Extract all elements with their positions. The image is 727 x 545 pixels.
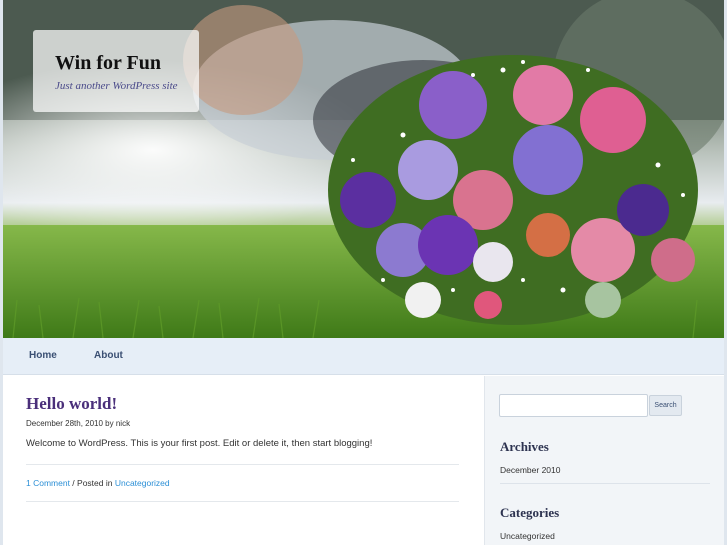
divider (26, 464, 459, 465)
category-link-uncategorized[interactable]: Uncategorized (500, 531, 555, 541)
sidebar: Search Archives December 2010 Categories… (484, 376, 724, 545)
divider (26, 501, 459, 502)
page: Win for Fun Just another WordPress site … (3, 0, 724, 545)
category-link[interactable]: Uncategorized (115, 478, 170, 488)
site-title-link[interactable]: Win for Fun (55, 52, 199, 74)
divider (500, 483, 710, 484)
archives-widget-title: Archives (500, 439, 549, 454)
post-title-link[interactable]: Hello world! (26, 394, 117, 414)
search-input[interactable] (499, 394, 648, 417)
site-branding: Win for Fun Just another WordPress site (33, 30, 199, 112)
flower-bouquet (328, 55, 698, 325)
post-date: December 28th, 2010 (26, 419, 103, 428)
nav-item-about[interactable]: About (94, 350, 123, 361)
site-tagline: Just another WordPress site (55, 80, 178, 92)
content-area: Hello world! December 28th, 2010 by nick… (3, 376, 483, 545)
archive-link-december-2010[interactable]: December 2010 (500, 465, 560, 475)
main-navigation: Home About (3, 338, 724, 375)
post-excerpt: Welcome to WordPress. This is your first… (26, 438, 373, 449)
comments-link[interactable]: 1 Comment (26, 478, 70, 488)
post-footer: 1 Comment / Posted in Uncategorized (26, 478, 170, 488)
post-author: nick (115, 419, 131, 428)
post-meta: December 28th, 2010 by nick (26, 419, 130, 428)
search-button[interactable]: Search (649, 395, 682, 416)
categories-widget-title: Categories (500, 505, 560, 520)
posted-in-text: / Posted in (69, 478, 115, 488)
nav-item-home[interactable]: Home (29, 350, 57, 361)
header-image: Win for Fun Just another WordPress site (3, 0, 724, 338)
post-by: by (105, 419, 114, 428)
